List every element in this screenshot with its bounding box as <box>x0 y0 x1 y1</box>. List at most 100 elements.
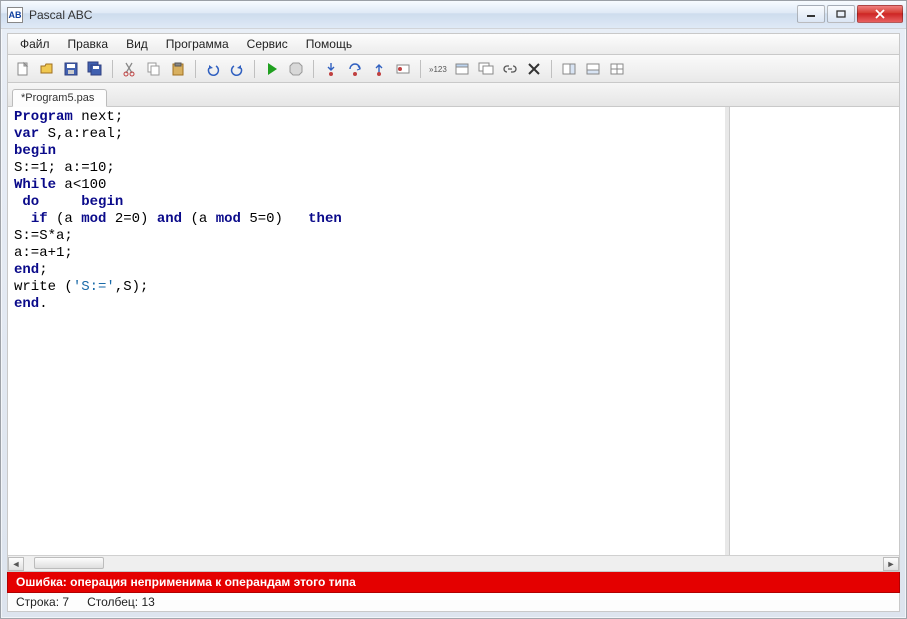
code-text: (a <box>48 211 82 227</box>
save-button[interactable] <box>60 58 82 80</box>
code-editor[interactable]: Program next; var S,a:real; begin S:=1; … <box>8 107 729 555</box>
save-all-button[interactable] <box>84 58 106 80</box>
titlebar[interactable]: AB Pascal ABC <box>1 1 906 29</box>
breakpoint-button[interactable] <box>392 58 414 80</box>
play-icon <box>264 61 280 77</box>
scroll-right-button[interactable]: ► <box>883 557 899 571</box>
stop-button[interactable] <box>285 58 307 80</box>
step-over-button[interactable] <box>344 58 366 80</box>
code-keyword: var <box>14 126 39 142</box>
status-line-value: 7 <box>62 595 69 609</box>
toolbar-separator <box>112 60 113 78</box>
file-tab[interactable]: *Program5.pas <box>12 89 107 107</box>
run-button[interactable] <box>261 58 283 80</box>
status-line: Строка: 7 <box>16 595 69 609</box>
copy-icon <box>146 61 162 77</box>
toolbar-separator <box>195 60 196 78</box>
status-col-value: 13 <box>141 595 154 609</box>
redo-button[interactable] <box>226 58 248 80</box>
close-window-button[interactable] <box>523 58 545 80</box>
paste-icon <box>170 61 186 77</box>
code-text: (a <box>182 211 216 227</box>
status-col-label: Столбец: <box>87 595 138 609</box>
code-text: ; <box>39 262 47 278</box>
panel-button-3[interactable] <box>606 58 628 80</box>
code-text: S:=S*a; <box>14 228 73 244</box>
step-out-icon <box>371 61 387 77</box>
toolbar-separator <box>551 60 552 78</box>
scroll-left-button[interactable]: ◄ <box>8 557 24 571</box>
scroll-thumb[interactable] <box>34 557 104 569</box>
step-out-button[interactable] <box>368 58 390 80</box>
toolbar-separator <box>313 60 314 78</box>
copy-button[interactable] <box>143 58 165 80</box>
step-into-icon <box>323 61 339 77</box>
undo-button[interactable] <box>202 58 224 80</box>
code-text <box>14 211 31 227</box>
new-file-button[interactable] <box>12 58 34 80</box>
maximize-icon <box>836 10 846 18</box>
close-button[interactable] <box>857 5 903 23</box>
code-text: . <box>39 296 47 312</box>
goto-line-icon: »123 <box>428 62 448 76</box>
undo-icon <box>205 61 221 77</box>
code-text: S,a:real; <box>39 126 123 142</box>
menu-help[interactable]: Помощь <box>298 35 360 53</box>
menu-file[interactable]: Файл <box>12 35 58 53</box>
panel-button-2[interactable] <box>582 58 604 80</box>
cut-button[interactable] <box>119 58 141 80</box>
status-bar: Строка: 7 Столбец: 13 <box>7 593 900 612</box>
save-icon <box>63 61 79 77</box>
panel-button-1[interactable] <box>558 58 580 80</box>
code-keyword: if <box>31 211 48 227</box>
window-icon <box>454 61 470 77</box>
window-button-2[interactable] <box>475 58 497 80</box>
new-file-icon <box>15 61 31 77</box>
code-text: S:=1; a:=10; <box>14 160 115 176</box>
maximize-button[interactable] <box>827 5 855 23</box>
step-into-button[interactable] <box>320 58 342 80</box>
step-over-icon <box>347 61 363 77</box>
menubar: Файл Правка Вид Программа Сервис Помощь <box>7 33 900 55</box>
paste-button[interactable] <box>167 58 189 80</box>
side-panel <box>729 107 899 555</box>
goto-line-button[interactable]: »123 <box>427 58 449 80</box>
code-text: a:=a+1; <box>14 245 73 261</box>
save-all-icon <box>87 61 103 77</box>
scroll-track[interactable] <box>24 557 883 571</box>
menu-view[interactable]: Вид <box>118 35 156 53</box>
status-col: Столбец: 13 <box>87 595 155 609</box>
redo-icon <box>229 61 245 77</box>
close-x-icon <box>526 61 542 77</box>
code-text: write ( <box>14 279 73 295</box>
code-keyword: begin <box>14 143 56 159</box>
code-string: 'S:=' <box>73 279 115 295</box>
code-text: next; <box>73 109 123 125</box>
stop-icon <box>288 61 304 77</box>
tabbar: *Program5.pas <box>7 83 900 107</box>
window-controls <box>797 5 903 25</box>
menu-service[interactable]: Сервис <box>239 35 296 53</box>
minimize-button[interactable] <box>797 5 825 23</box>
code-text: ,S); <box>115 279 149 295</box>
app-icon: AB <box>7 7 23 23</box>
code-keyword: and <box>157 211 182 227</box>
panel-bottom-icon <box>585 61 601 77</box>
code-keyword: While <box>14 177 56 193</box>
editor-area: Program next; var S,a:real; begin S:=1; … <box>7 107 900 572</box>
code-text: 2=0) <box>106 211 156 227</box>
code-keyword: mod <box>216 211 241 227</box>
code-keyword: Program <box>14 109 73 125</box>
open-file-button[interactable] <box>36 58 58 80</box>
horizontal-scrollbar[interactable]: ◄ ► <box>8 555 899 571</box>
link-button[interactable] <box>499 58 521 80</box>
toolbar: »123 <box>7 55 900 83</box>
panel-grid-icon <box>609 61 625 77</box>
status-line-label: Строка: <box>16 595 59 609</box>
menu-program[interactable]: Программа <box>158 35 237 53</box>
menu-edit[interactable]: Правка <box>60 35 117 53</box>
code-keyword: mod <box>81 211 106 227</box>
code-keyword: end <box>14 296 39 312</box>
svg-text:»123: »123 <box>429 65 447 74</box>
window-button-1[interactable] <box>451 58 473 80</box>
